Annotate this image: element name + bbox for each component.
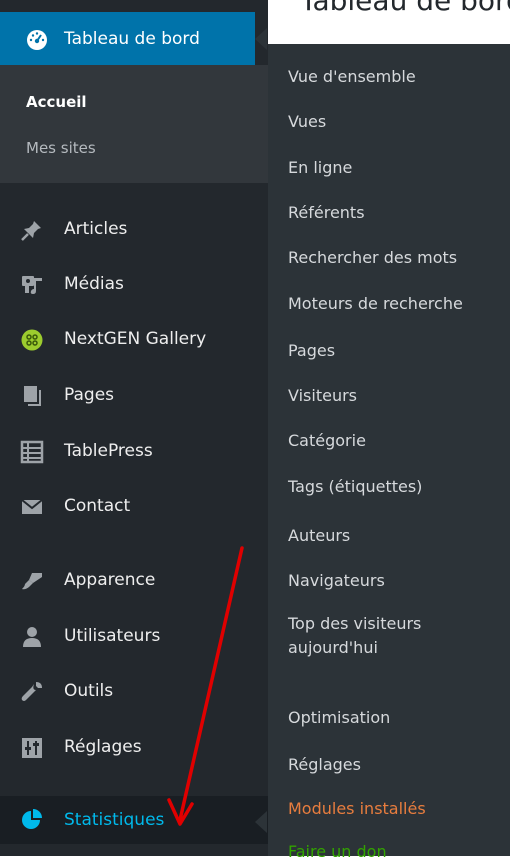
sidebar-item-dashboard[interactable]: Tableau de bord — [0, 12, 255, 65]
pages-icon — [20, 384, 44, 408]
sidebar-item-label: Tableau de bord — [64, 29, 200, 49]
media-icon — [20, 273, 44, 297]
flyout-item-top-visiteurs[interactable]: Top des visiteurs aujourd'hui — [288, 612, 421, 660]
flyout-item-referents[interactable]: Référents — [288, 201, 365, 225]
sidebar-item-statistiques[interactable]: Statistiques — [0, 796, 268, 844]
flyout-item-vues[interactable]: Vues — [288, 110, 326, 134]
submenu-item-mes-sites[interactable]: Mes sites — [26, 139, 96, 157]
page-title: Tableau de bord — [300, 0, 510, 17]
flyout-item-label-line2: aujourd'hui — [288, 638, 378, 657]
sidebar-item-label: Pages — [64, 385, 115, 405]
envelope-icon — [20, 495, 44, 519]
flyout-item-modules-installes[interactable]: Modules installés — [288, 797, 426, 821]
submenu-item-accueil[interactable]: Accueil — [26, 93, 87, 111]
sidebar-item-label: Outils — [64, 681, 114, 701]
sidebar-item-label: Utilisateurs — [64, 626, 161, 646]
statistiques-flyout-menu: Vue d'ensemble Vues En ligne Référents R… — [268, 44, 510, 861]
flyout-item-en-ligne[interactable]: En ligne — [288, 156, 352, 180]
flyout-item-categorie[interactable]: Catégorie — [288, 429, 366, 453]
users-icon — [20, 625, 44, 649]
current-menu-pointer — [255, 28, 267, 50]
admin-sidebar: Tableau de bord Accueil Mes sites Articl… — [0, 0, 268, 856]
nextgen-gallery-icon — [20, 328, 44, 352]
sidebar-item-tablepress[interactable]: TablePress — [0, 430, 268, 474]
settings-sliders-icon — [20, 736, 44, 760]
sidebar-item-label: Apparence — [64, 570, 156, 590]
flyout-item-reglages[interactable]: Réglages — [288, 753, 361, 777]
flyout-item-faire-un-don[interactable]: Faire un don — [288, 840, 387, 864]
dashboard-submenu: Accueil Mes sites — [0, 65, 268, 183]
flyout-item-pages[interactable]: Pages — [288, 339, 335, 363]
sidebar-item-label: NextGEN Gallery — [64, 329, 207, 349]
flyout-item-vue-ensemble[interactable]: Vue d'ensemble — [288, 65, 416, 89]
wrench-icon — [20, 680, 44, 704]
sidebar-item-contact[interactable]: Contact — [0, 485, 268, 529]
flyout-item-label-line1: Top des visiteurs — [288, 614, 422, 633]
dashboard-icon — [26, 29, 48, 55]
sidebar-item-label: Réglages — [64, 737, 142, 757]
sidebar-item-reglages[interactable]: Réglages — [0, 726, 268, 770]
sidebar-item-label: Médias — [64, 274, 124, 294]
sidebar-item-label: TablePress — [64, 441, 153, 461]
flyout-item-moteurs-recherche[interactable]: Moteurs de recherche — [288, 292, 463, 316]
sidebar-item-articles[interactable]: Articles — [0, 208, 268, 252]
sidebar-item-apparence[interactable]: Apparence — [0, 559, 268, 603]
pie-chart-icon — [20, 808, 44, 832]
flyout-item-tags[interactable]: Tags (étiquettes) — [288, 475, 422, 499]
pin-icon — [20, 218, 44, 242]
flyout-item-navigateurs[interactable]: Navigateurs — [288, 569, 385, 593]
sidebar-item-label: Contact — [64, 496, 131, 516]
flyout-item-visiteurs[interactable]: Visiteurs — [288, 384, 357, 408]
brush-icon — [20, 569, 44, 593]
sidebar-item-utilisateurs[interactable]: Utilisateurs — [0, 615, 268, 659]
sidebar-item-outils[interactable]: Outils — [0, 670, 268, 714]
sidebar-item-label: Statistiques — [64, 810, 165, 830]
sidebar-item-medias[interactable]: Médias — [0, 263, 268, 307]
table-icon — [20, 440, 44, 464]
flyout-item-auteurs[interactable]: Auteurs — [288, 524, 350, 548]
sidebar-item-label: Articles — [64, 219, 128, 239]
sidebar-item-nextgen-gallery[interactable]: NextGEN Gallery — [0, 318, 268, 362]
flyout-item-rechercher-mots[interactable]: Rechercher des mots — [288, 246, 457, 270]
sidebar-item-pages[interactable]: Pages — [0, 374, 268, 418]
flyout-item-optimisation[interactable]: Optimisation — [288, 706, 390, 730]
current-menu-pointer — [255, 811, 267, 833]
